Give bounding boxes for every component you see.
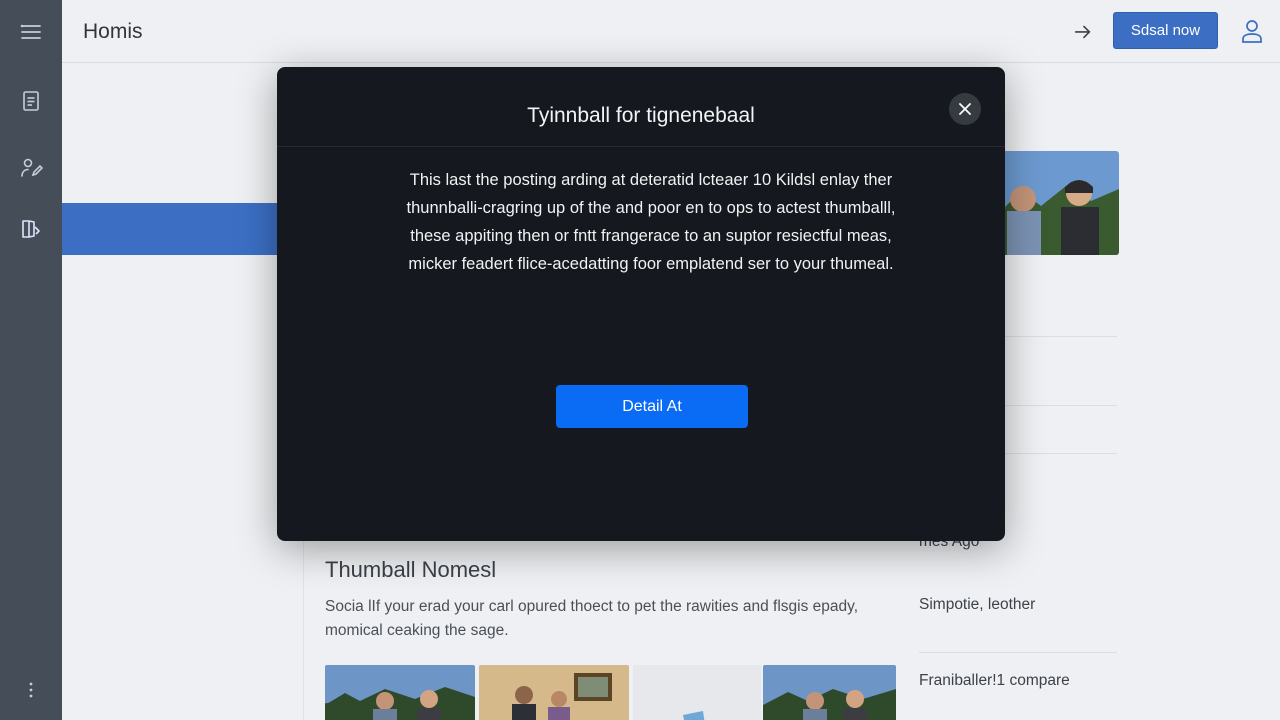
arrow-right-icon	[1074, 25, 1091, 39]
list-item[interactable]: Simpotie, leother	[919, 596, 1035, 614]
sidebar-item-users[interactable]	[0, 141, 62, 193]
more-vertical-icon	[29, 682, 33, 698]
sidebar-item-library[interactable]	[0, 203, 62, 255]
more-options-button[interactable]	[0, 664, 62, 716]
navigate-button[interactable]	[1072, 20, 1094, 42]
modal-body-line: This last the posting arding at deterati…	[409, 171, 893, 189]
menu-button[interactable]	[0, 6, 62, 58]
menu-icon	[20, 24, 41, 39]
book-icon	[22, 220, 40, 238]
content-card: Thumball Nomesl Socia lIf your erad your…	[303, 530, 905, 720]
profile-button[interactable]	[1240, 18, 1264, 44]
photo-people-outdoor	[763, 665, 896, 720]
page-title: Homis	[83, 20, 143, 43]
top-header: Homis Sdsal now	[62, 0, 1280, 63]
document-icon	[23, 91, 39, 111]
divider	[919, 652, 1117, 653]
modal-body-line: thunnballi-cragring up of the and poor e…	[406, 199, 896, 217]
modal-body-line: these appiting then or fntt frangerace t…	[410, 227, 892, 245]
photo-people-outdoor	[1001, 151, 1119, 255]
thumbnail[interactable]	[633, 665, 761, 720]
list-item[interactable]: Franiballer!1 compare	[919, 672, 1070, 690]
primary-action-button[interactable]: Sdsal now	[1113, 12, 1218, 49]
sidebar-item-documents[interactable]	[0, 75, 62, 127]
modal-dialog: Tyinnball for tignenebaal This last the …	[277, 67, 1005, 541]
card-title: Thumball Nomesl	[325, 557, 497, 582]
user-edit-icon	[21, 158, 43, 177]
modal-header: Tyinnball for tignenebaal	[277, 67, 1005, 147]
user-icon	[1242, 20, 1262, 43]
photo-people-indoor	[479, 665, 629, 720]
photo-people-outdoor	[325, 665, 475, 720]
modal-body: This last the posting arding at deterati…	[377, 166, 925, 278]
thumbnail[interactable]	[325, 665, 475, 720]
featured-photo[interactable]	[1001, 151, 1119, 255]
thumbnail[interactable]	[763, 665, 896, 720]
modal-primary-button[interactable]: Detail At	[556, 385, 748, 428]
sidebar	[0, 0, 62, 720]
close-icon	[959, 103, 971, 115]
modal-body-line: micker feadert flice-acedatting foor emp…	[408, 255, 894, 273]
modal-close-button[interactable]	[949, 93, 981, 125]
photo-product	[633, 665, 761, 720]
modal-title: Tyinnball for tignenebaal	[527, 104, 755, 127]
card-description: Socia lIf your erad your carl opured tho…	[325, 598, 859, 639]
thumbnail[interactable]	[479, 665, 629, 720]
